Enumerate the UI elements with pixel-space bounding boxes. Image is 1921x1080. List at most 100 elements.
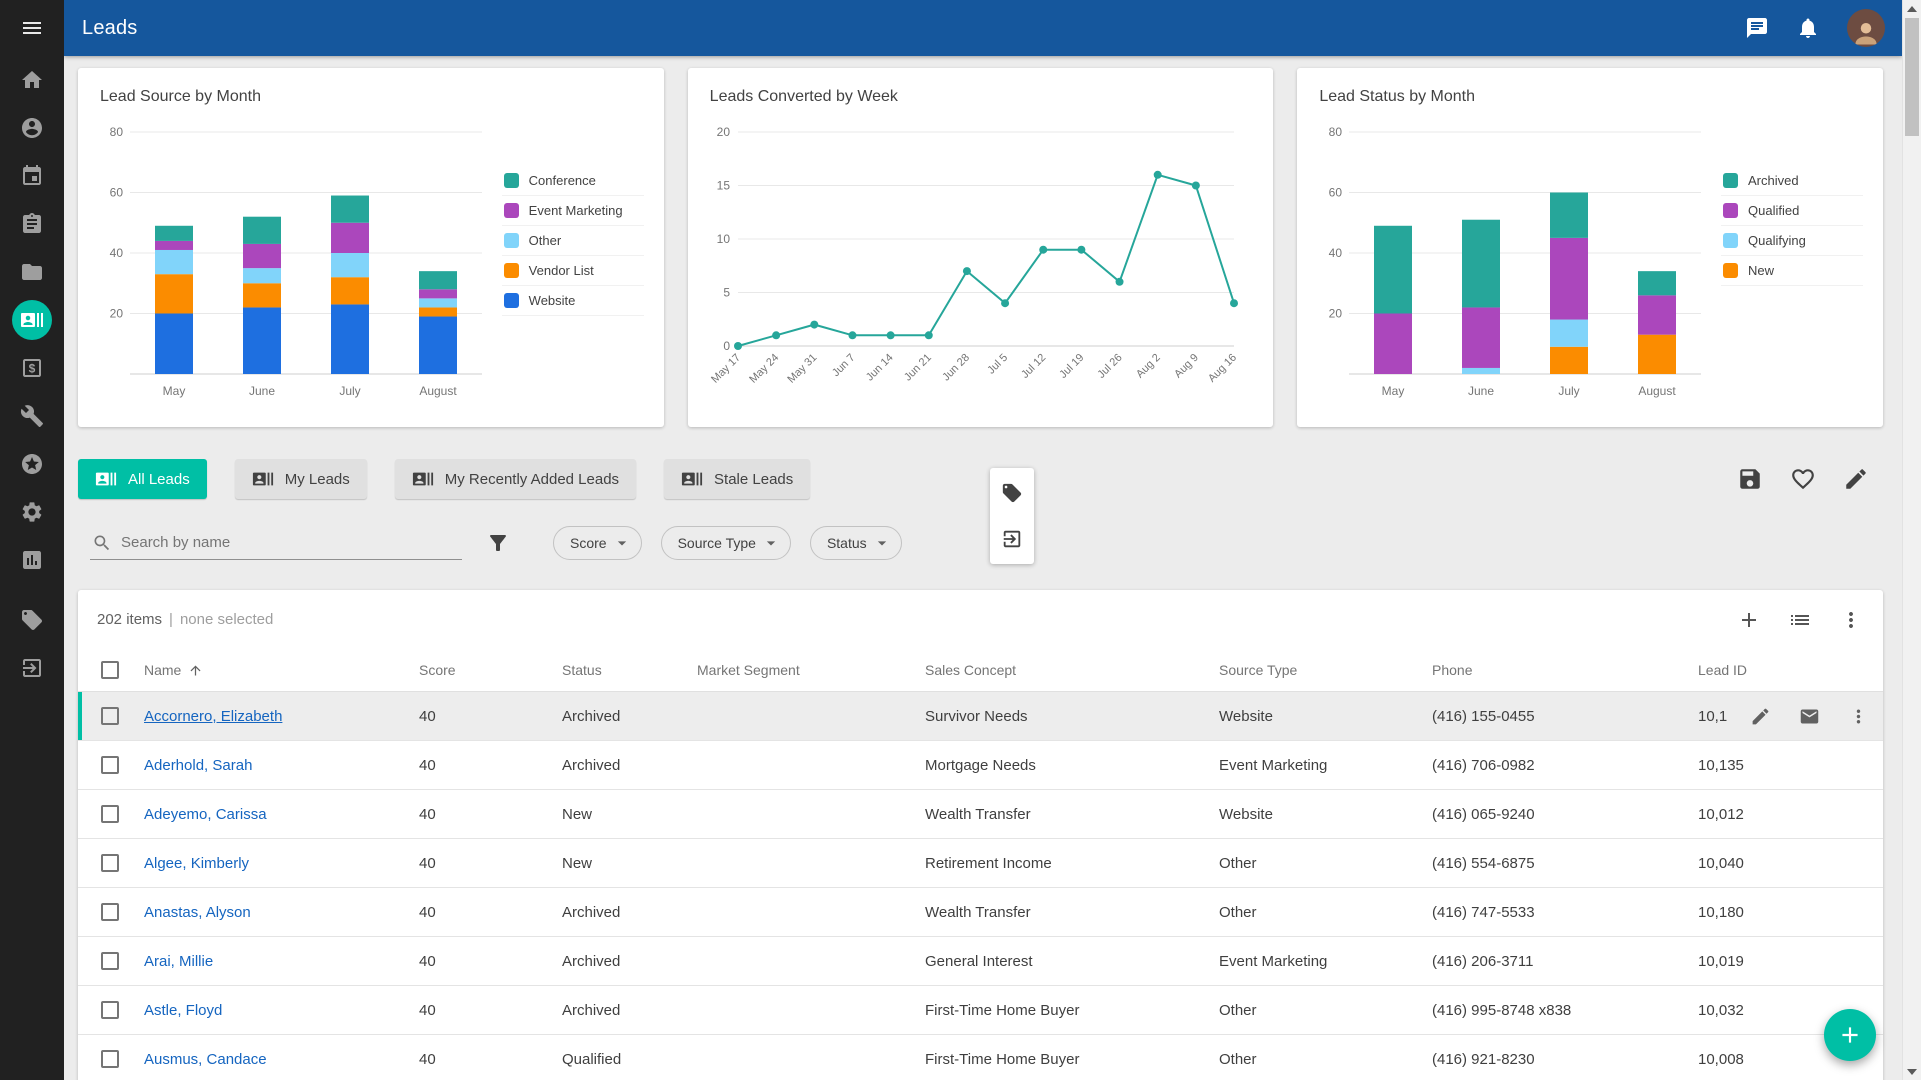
vertical-scrollbar[interactable]: [1902, 0, 1921, 1080]
column-header-lead-id[interactable]: Lead ID: [1698, 662, 1883, 678]
column-header-sales-concept[interactable]: Sales Concept: [925, 662, 1219, 678]
sidebar-item-tags[interactable]: [12, 600, 52, 640]
svg-text:May 24: May 24: [747, 352, 781, 386]
row-more-icon[interactable]: [1848, 706, 1869, 727]
chart-title: Lead Source by Month: [100, 88, 644, 106]
sidebar-item-tools[interactable]: [12, 396, 52, 436]
search-input[interactable]: [121, 534, 460, 551]
search-icon: [92, 533, 112, 553]
save-view-icon[interactable]: [1737, 466, 1763, 492]
row-checkbox[interactable]: [101, 805, 119, 823]
row-checkbox[interactable]: [101, 1050, 119, 1068]
row-checkbox[interactable]: [101, 854, 119, 872]
avatar-silhouette: [1849, 17, 1883, 47]
chat-icon[interactable]: [1745, 16, 1769, 40]
view-buttons: All Leads My Leads My Recently Added Leads…: [78, 459, 838, 499]
sidebar-item-leads[interactable]: [12, 300, 52, 340]
sidebar-item-home[interactable]: [12, 60, 52, 100]
legend-swatch: [504, 233, 519, 248]
column-header-market-segment[interactable]: Market Segment: [697, 662, 925, 678]
chart-body: 20406080MayJuneJulyAugustConferenceEvent…: [98, 114, 644, 404]
lead-name-link[interactable]: Accornero, Elizabeth: [144, 708, 282, 725]
favorite-heart-icon[interactable]: [1790, 466, 1816, 492]
add-icon[interactable]: [1737, 608, 1761, 632]
row-checkbox[interactable]: [101, 756, 119, 774]
svg-text:20: 20: [1329, 307, 1343, 321]
lead-name-link[interactable]: Algee, Kimberly: [144, 855, 249, 872]
lead-name-link[interactable]: Astle, Floyd: [144, 1002, 222, 1019]
table-row-arai-millie[interactable]: Arai, Millie40ArchivedGeneral InterestEv…: [78, 937, 1883, 986]
filter-dropdown-status[interactable]: Status: [810, 526, 902, 560]
row-checkbox[interactable]: [101, 903, 119, 921]
menu-button[interactable]: [0, 0, 64, 56]
edit-view-icon[interactable]: [1843, 466, 1869, 492]
cell-sales-concept: Survivor Needs: [925, 708, 1219, 725]
tag-tool-icon[interactable]: [1001, 482, 1023, 504]
table-row-anastas-alyson[interactable]: Anastas, Alyson40ArchivedWealth Transfer…: [78, 888, 1883, 937]
cell-status: Archived: [562, 953, 697, 970]
row-checkbox-cell: [78, 1050, 144, 1068]
view-button-stale-leads[interactable]: Stale Leads: [664, 459, 810, 499]
sidebar-item-billing[interactable]: $: [12, 348, 52, 388]
topbar: Leads: [64, 0, 1902, 56]
lead-name-link[interactable]: Aderhold, Sarah: [144, 757, 252, 774]
sidebar-item-settings[interactable]: [12, 492, 52, 532]
edit-lead-icon[interactable]: [1750, 706, 1771, 727]
column-header-score[interactable]: Score: [419, 662, 562, 678]
table-row-accornero-elizabeth[interactable]: Accornero, Elizabeth40ArchivedSurvivor N…: [78, 692, 1883, 741]
sidebar-item-activities[interactable]: [12, 204, 52, 244]
view-button-my-leads[interactable]: My Leads: [235, 459, 367, 499]
sidebar-item-reports[interactable]: [12, 540, 52, 580]
svg-text:May: May: [163, 384, 186, 398]
view-button-my-recently-added-leads[interactable]: My Recently Added Leads: [395, 459, 636, 499]
exit-tool-icon[interactable]: [1001, 528, 1023, 550]
list-view-icon[interactable]: [1788, 608, 1812, 632]
chart-card-lead-status-by-month: Lead Status by Month20406080MayJuneJulyA…: [1297, 68, 1883, 427]
row-checkbox[interactable]: [101, 952, 119, 970]
scroll-up-arrow[interactable]: [1903, 0, 1921, 17]
sidebar-item-whats-new[interactable]: [12, 444, 52, 484]
filter-dropdown-score[interactable]: Score: [553, 526, 642, 560]
view-button-all-leads[interactable]: All Leads: [78, 459, 207, 499]
legend-item-qualifying: Qualifying: [1721, 226, 1863, 256]
sidebar-item-calendar[interactable]: [12, 156, 52, 196]
cell-status: New: [562, 806, 697, 823]
email-lead-icon[interactable]: [1799, 706, 1820, 727]
sidebar-item-documents[interactable]: [12, 252, 52, 292]
column-header-status[interactable]: Status: [562, 662, 697, 678]
view-button-label: Stale Leads: [714, 471, 793, 488]
select-all-checkbox[interactable]: [101, 661, 119, 679]
sidebar-item-contacts[interactable]: [12, 108, 52, 148]
table-row-adeyemo-carissa[interactable]: Adeyemo, Carissa40NewWealth TransferWebs…: [78, 790, 1883, 839]
table-row-aderhold-sarah[interactable]: Aderhold, Sarah40ArchivedMortgage NeedsE…: [78, 741, 1883, 790]
lead-name-link[interactable]: Anastas, Alyson: [144, 904, 251, 921]
cell-source-type: Event Marketing: [1219, 757, 1432, 774]
user-avatar[interactable]: [1847, 9, 1885, 47]
add-lead-fab[interactable]: [1824, 1009, 1876, 1061]
svg-text:40: 40: [1329, 246, 1343, 260]
column-header-source-type[interactable]: Source Type: [1219, 662, 1432, 678]
chart-card-lead-source-by-month: Lead Source by Month 20406080MayJuneJulyA…: [78, 68, 664, 427]
legend-item-other: Other: [502, 226, 644, 256]
table-row-algee-kimberly[interactable]: Algee, Kimberly40NewRetirement IncomeOth…: [78, 839, 1883, 888]
svg-text:5: 5: [723, 286, 730, 300]
row-checkbox[interactable]: [101, 1001, 119, 1019]
scrollbar-thumb[interactable]: [1905, 18, 1919, 136]
header-checkbox-cell: [78, 661, 144, 679]
lead-name-link[interactable]: Ausmus, Candace: [144, 1051, 267, 1068]
sidebar-item-exit[interactable]: [12, 648, 52, 688]
column-header-phone[interactable]: Phone: [1432, 662, 1698, 678]
chart-body: 20406080MayJuneJulyAugustArchivedQualifi…: [1317, 114, 1863, 404]
svg-text:10: 10: [716, 232, 730, 246]
filter-funnel-icon[interactable]: [486, 531, 510, 555]
notifications-bell-icon[interactable]: [1796, 16, 1820, 40]
row-checkbox[interactable]: [101, 707, 119, 725]
table-row-astle-floyd[interactable]: Astle, Floyd40ArchivedFirst-Time Home Bu…: [78, 986, 1883, 1035]
more-options-icon[interactable]: [1839, 608, 1863, 632]
filter-dropdown-source-type[interactable]: Source Type: [661, 526, 791, 560]
column-header-name[interactable]: Name: [144, 662, 419, 678]
lead-name-link[interactable]: Arai, Millie: [144, 953, 213, 970]
lead-name-link[interactable]: Adeyemo, Carissa: [144, 806, 267, 823]
table-row-ausmus-candace[interactable]: Ausmus, Candace40QualifiedFirst-Time Hom…: [78, 1035, 1883, 1080]
scroll-down-arrow[interactable]: [1903, 1063, 1921, 1080]
